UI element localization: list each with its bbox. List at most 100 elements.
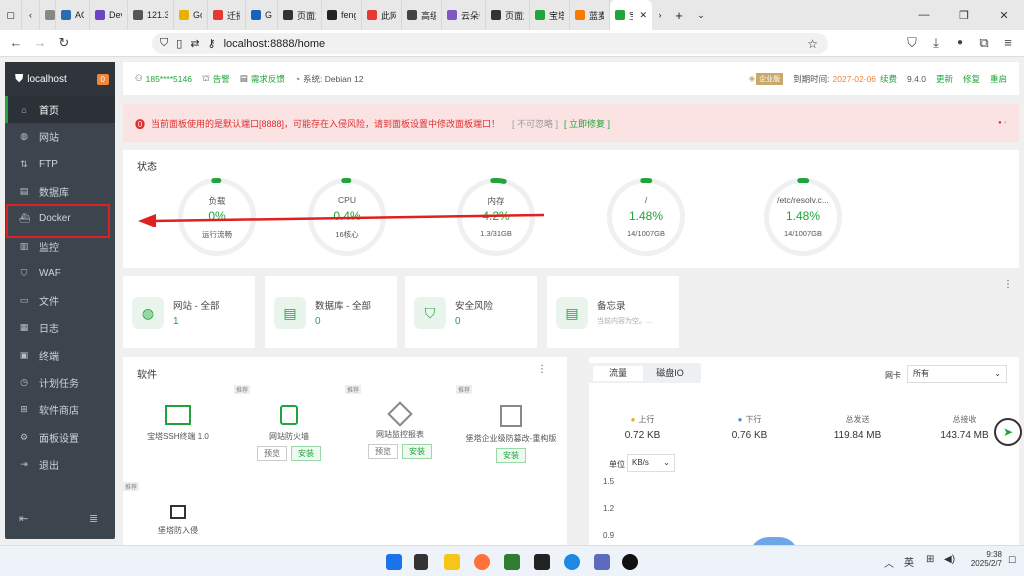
software-more-icon[interactable]: ⋮ xyxy=(537,364,547,375)
sidebar-header[interactable]: ⛊ localhost 0 xyxy=(5,62,115,96)
key-icon[interactable]: ⚷ xyxy=(208,37,216,50)
software-item[interactable]: 推荐 网站防火墙 预览 安装 xyxy=(234,385,344,461)
network-icon[interactable]: ⊞ xyxy=(926,554,934,565)
tab-scroll-left-icon[interactable]: ‹ xyxy=(22,0,40,30)
renew-link[interactable]: 续费 xyxy=(880,73,897,85)
sidebar-item[interactable]: ⇥ 退出 xyxy=(5,451,115,478)
preview-button[interactable]: 预览 xyxy=(368,444,398,459)
sidebar-item[interactable]: ⌂ 首页 xyxy=(5,96,115,123)
unit-select[interactable]: KB/s ⌄ xyxy=(627,454,675,472)
close-window-icon[interactable]: ✕ xyxy=(984,9,1024,22)
back-icon[interactable]: ← xyxy=(8,35,24,51)
install-button[interactable]: 安装 xyxy=(402,444,432,459)
browser-tab[interactable]: 121.37.27 xyxy=(128,0,174,30)
list-toggle-icon[interactable]: ≣ xyxy=(89,512,98,525)
browser-tab[interactable]: Godo xyxy=(246,0,278,30)
preview-button[interactable]: 预览 xyxy=(257,446,287,461)
address-bar[interactable]: ⛉ ▯ ⇄ ⚷ localhost:8888/home ☆ xyxy=(152,33,828,54)
nic-select[interactable]: 所有 ⌄ xyxy=(907,365,1007,383)
file-explorer-icon[interactable] xyxy=(444,554,460,570)
collapse-sidebar-icon[interactable]: ⇤ xyxy=(19,512,28,525)
restore-icon[interactable]: ❐ xyxy=(944,9,984,22)
tab-list-icon[interactable]: ⌄ xyxy=(690,0,712,30)
terminal-icon[interactable] xyxy=(534,554,550,570)
qq-icon[interactable] xyxy=(622,554,638,570)
status-gauge[interactable]: / 1.48% 14/1007GB xyxy=(607,178,685,256)
volume-icon[interactable]: ◀) xyxy=(944,554,955,565)
browser-tab[interactable]: fengg xyxy=(322,0,362,30)
browser-tab[interactable]: 蓝麦云 xyxy=(570,0,610,30)
notification-icon[interactable]: ☐ xyxy=(1008,555,1016,566)
firefox-icon[interactable] xyxy=(474,554,490,570)
browser-tab[interactable]: CMI xyxy=(40,0,56,30)
tab-scroll-right-icon[interactable]: › xyxy=(652,0,668,30)
install-button[interactable]: 安装 xyxy=(496,448,526,463)
clock[interactable]: 9:38 2025/2/7 xyxy=(962,550,1002,568)
browser-tab[interactable]: 迁播映 xyxy=(208,0,246,30)
tab-actions-icon[interactable]: ▢ xyxy=(0,0,22,30)
ime-indicator[interactable]: 英 xyxy=(904,554,914,569)
ignore-link[interactable]: [ 不可忽略 ] xyxy=(512,117,558,130)
update-link[interactable]: 更新 xyxy=(936,73,953,85)
reload-icon[interactable]: ↻ xyxy=(56,35,72,51)
software-item[interactable]: 宝塔SSH终端 1.0 xyxy=(123,385,233,442)
browser-tab[interactable]: Goog xyxy=(174,0,208,30)
new-tab-button[interactable]: + xyxy=(668,0,690,30)
account-icon[interactable]: ● xyxy=(952,35,968,51)
task-view-icon[interactable] xyxy=(414,554,428,570)
sidebar-item[interactable]: ◍ 网站 xyxy=(5,123,115,150)
alarm-link[interactable]: 告警 xyxy=(213,73,230,85)
summary-card[interactable]: ⛉ 安全风险 0 xyxy=(405,276,537,348)
browser-tab[interactable]: 此网站 xyxy=(362,0,402,30)
float-assistant-icon[interactable]: ➤ xyxy=(994,418,1022,446)
sidebar-item[interactable]: ▤ 数据库 xyxy=(5,178,115,205)
chevron-up-icon[interactable]: ︿ xyxy=(884,555,894,570)
browser-tab[interactable]: 云朵斋 xyxy=(442,0,486,30)
extensions-icon[interactable]: ⧉ xyxy=(976,35,992,51)
fix-link[interactable]: [ 立即修复 ] xyxy=(564,117,610,130)
browser-tab[interactable]: ACMI xyxy=(56,0,90,30)
forward-icon[interactable]: → xyxy=(32,35,48,51)
store-icon[interactable] xyxy=(504,554,520,570)
browser-tab[interactable]: 高级搜 xyxy=(402,0,442,30)
summary-card[interactable]: ◍ 网站 - 全部 1 xyxy=(123,276,255,348)
software-item[interactable]: 推荐 堡塔企业级防篡改-重构版 安装 xyxy=(456,385,566,463)
windows-start-icon[interactable] xyxy=(386,554,402,570)
repair-link[interactable]: 修复 xyxy=(963,73,980,85)
close-tab-icon[interactable]: ✕ xyxy=(639,10,647,21)
summary-card[interactable]: ▤ 数据库 - 全部 0 xyxy=(265,276,397,348)
tab-traffic[interactable]: 流量 xyxy=(593,366,643,381)
page-info-icon[interactable]: ▯ xyxy=(176,37,182,50)
sidebar-item[interactable]: ⊞ 软件商店 xyxy=(5,396,115,423)
app-icon[interactable] xyxy=(594,554,610,570)
site-settings-icon[interactable]: ⇄ xyxy=(190,37,199,50)
downloads-icon[interactable]: ⤓ xyxy=(928,35,944,51)
feedback-link[interactable]: 需求反馈 xyxy=(251,73,285,85)
browser-tab[interactable]: 宝塔Li xyxy=(530,0,570,30)
browser-tab[interactable]: Devel xyxy=(90,0,128,30)
sidebar-item[interactable]: ▣ 终端 xyxy=(5,342,115,369)
tab-disk-io[interactable]: 磁盘IO xyxy=(645,366,695,381)
bookmark-star-icon[interactable]: ☆ xyxy=(807,37,818,51)
sidebar-item[interactable]: ⚙ 面板设置 xyxy=(5,424,115,451)
sidebar-item[interactable]: ◷ 计划任务 xyxy=(5,369,115,396)
software-item[interactable]: 推荐 网站监控报表 预览 安装 xyxy=(345,385,455,459)
browser-tab[interactable]: 宝塔 ✕ xyxy=(610,0,652,30)
status-gauge[interactable]: /etc/resolv.c... 1.48% 14/1007GB xyxy=(764,178,842,256)
menu-icon[interactable]: ≡ xyxy=(1000,35,1016,51)
user-account[interactable]: 185****5146 xyxy=(146,74,192,84)
summary-card[interactable]: ▤ 备忘录 当前内容为空。... xyxy=(547,276,679,348)
notification-badge[interactable]: 0 xyxy=(96,73,109,85)
restart-link[interactable]: 重启 xyxy=(990,73,1007,85)
pocket-icon[interactable]: ⛉ xyxy=(904,35,920,51)
cards-more-icon[interactable]: ⋮ xyxy=(1003,279,1013,290)
install-button[interactable]: 安装 xyxy=(291,446,321,461)
sidebar-item[interactable]: ▦ 日志 xyxy=(5,314,115,341)
cloud-app-icon[interactable] xyxy=(564,554,580,570)
sidebar-item[interactable]: ⇅ FTP xyxy=(5,151,115,178)
software-item[interactable]: 推荐 堡塔防入侵 xyxy=(123,482,233,536)
sidebar-item[interactable]: ⛉ WAF xyxy=(5,260,115,287)
browser-tab[interactable]: 页面加 xyxy=(486,0,530,30)
browser-tab[interactable]: 页面加 xyxy=(278,0,322,30)
sidebar-item[interactable]: ▭ 文件 xyxy=(5,287,115,314)
